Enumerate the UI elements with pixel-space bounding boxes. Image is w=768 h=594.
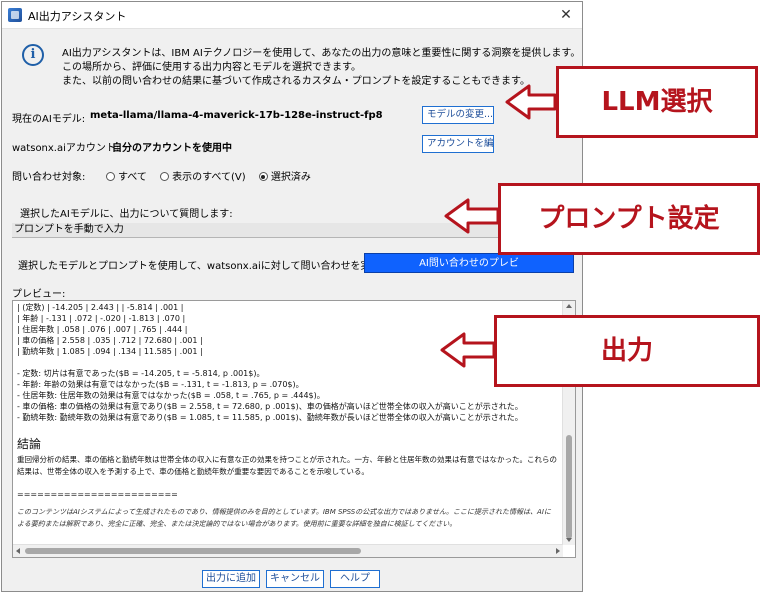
question-label: 選択したAIモデルに、出力について質問します: [20,209,233,220]
help-button[interactable]: ヘルプ [330,570,380,588]
query-target-radio-group: すべて 表示のすべて(V) 選択済み [106,168,321,183]
list-item: - 住居年数: 住居年数の効果は有意ではなかった($B = .058, t = … [17,391,325,400]
output-arrow-icon [440,332,496,368]
output-callout: 出力 [494,315,760,387]
radio-option-all[interactable]: すべて [106,172,147,183]
llm-arrow-icon [505,84,557,120]
add-to-output-button[interactable]: 出力に追加 [202,570,260,588]
query-target-label: 問い合わせ対象: [12,172,86,183]
conclusion-text: 重回帰分析の結果、車の価格と勤続年数は世帯全体の収入に有意な正の効果を持つことが… [17,455,557,476]
table-row: | (定数) | -14.205 | 2.443 | | -5.814 | .0… [17,303,184,312]
table-row: | 年齢 | -.131 | .072 | -.020 | -1.813 | .… [17,314,186,323]
radio-icon [106,172,115,181]
prompt-setting-callout: プロンプト設定 [498,183,760,255]
scroll-thumb[interactable] [25,548,361,554]
run-label: 選択したモデルとプロンプトを使用して、watsonx.aiに対して問い合わせを実… [18,261,414,272]
radio-checked-icon [258,172,268,181]
disclaimer-text: このコンテンツはAIシステムによって生成されたものであり、情報提供のみを目的とし… [17,508,551,528]
edit-account-button[interactable]: アカウントを編... [422,135,494,153]
scroll-right-icon[interactable] [556,548,560,554]
model-value: meta-llama/llama-4-maverick-17b-128e-ins… [90,110,383,121]
account-label: watsonx.aiアカウント: [12,143,120,154]
llm-select-callout: LLM選択 [556,66,758,138]
radio-option-selected[interactable]: 選択済み [258,172,311,183]
cancel-button[interactable]: キャンセル [266,570,324,588]
info-line-3: また、以前の問い合わせの結果に基づいて作成されるカスタム・プロンプトを設定するこ… [62,76,530,87]
radio-icon [160,172,170,181]
change-model-button[interactable]: モデルの変更... [422,106,494,124]
info-icon: i [22,44,44,66]
list-item: - 年齢: 年齢の効果は有意ではなかった($B = -.131, t = -1.… [17,380,304,389]
info-line-2: この場所から、評価に使用する出力内容とモデルを選択できます。 [62,62,361,73]
list-item: - 車の価格: 車の価格の効果は有意であり($B = 2.558, t = 72… [17,402,523,411]
app-icon [8,8,22,22]
scroll-up-icon[interactable] [566,304,572,308]
horizontal-scrollbar[interactable] [13,544,563,557]
radio-option-visible[interactable]: 表示のすべて(V) [160,172,246,183]
info-line-1: AI出力アシスタントは、IBM AIテクノロジーを使用して、あなたの出力の意味と… [62,48,581,59]
account-value: 自分のアカウントを使用中 [112,143,232,154]
prompt-arrow-icon [444,198,500,234]
scroll-down-icon[interactable] [566,538,572,542]
separator-text: ======================== [17,490,178,499]
list-item: - 勤続年数: 勤続年数の効果は有意であり($B = 1.085, t = 11… [17,413,523,422]
scroll-left-icon[interactable] [16,548,20,554]
scroll-thumb[interactable] [566,435,572,539]
close-icon[interactable]: ✕ [556,5,576,25]
model-label: 現在のAIモデル: [12,114,86,125]
conclusion-heading: 結論 [17,437,42,451]
title-bar: AI出力アシスタント ✕ [2,2,582,29]
window-title: AI出力アシスタント [28,10,127,23]
ai-output-assistant-dialog: AI出力アシスタント ✕ i AI出力アシスタントは、IBM AIテクノロジーを… [1,1,583,592]
preview-label: プレビュー: [12,289,66,300]
ai-query-preview-button[interactable]: AI問い合わせのプレビ [364,253,574,273]
